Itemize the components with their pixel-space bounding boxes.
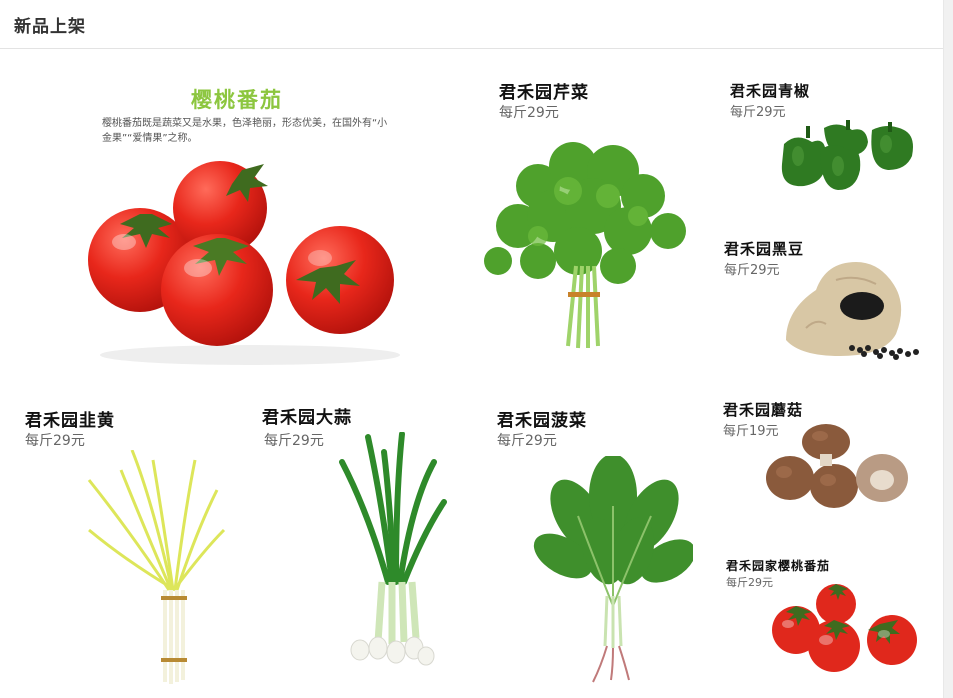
product-name: 君禾园菠菜 bbox=[497, 411, 587, 431]
celery-image bbox=[484, 142, 686, 349]
product-name: 君禾园芹菜 bbox=[499, 83, 589, 103]
product-card-spinach[interactable]: 君禾园菠菜 每斤29元 bbox=[485, 398, 710, 690]
product-card-yellow-chives[interactable]: 君禾园韭黄 每斤29元 bbox=[15, 398, 240, 690]
product-name: 君禾园家樱桃番茄 bbox=[726, 559, 831, 573]
product-card-cherry-tomato[interactable]: 君禾园家樱桃番茄 每斤29元 bbox=[712, 550, 930, 690]
product-price: 每斤29元 bbox=[730, 105, 786, 120]
product-price: 每斤29元 bbox=[497, 433, 557, 449]
product-price: 每斤29元 bbox=[724, 263, 780, 278]
product-price: 每斤29元 bbox=[499, 105, 559, 121]
product-card-mushroom[interactable]: 君禾园蘑菇 每斤19元 bbox=[712, 392, 930, 522]
mushroom-image bbox=[766, 424, 908, 508]
product-name: 君禾园蘑菇 bbox=[723, 401, 804, 419]
product-name: 君禾园大蒜 bbox=[262, 408, 352, 428]
product-card-celery[interactable]: 君禾园芹菜 每斤29元 bbox=[478, 70, 703, 365]
product-price: 每斤29元 bbox=[25, 433, 85, 449]
product-name: 君禾园韭黄 bbox=[25, 411, 115, 431]
product-price: 每斤29元 bbox=[726, 576, 773, 589]
spinach-image bbox=[533, 456, 693, 683]
green-pepper-image bbox=[781, 120, 913, 190]
product-card-black-beans[interactable]: 君禾园黑豆 每斤29元 bbox=[712, 228, 930, 368]
section-title: 新品上架 bbox=[14, 17, 86, 37]
cherry-tomato-small-image bbox=[772, 584, 917, 672]
product-price: 每斤29元 bbox=[264, 433, 324, 449]
featured-product-description: 樱桃番茄既是蔬菜又是水果，色泽艳丽，形态优美，在国外有“小金果”“爱情果”之称。 bbox=[102, 118, 388, 144]
scallion-image bbox=[339, 432, 447, 666]
black-beans-image bbox=[786, 262, 919, 360]
yellow-chives-image bbox=[87, 450, 226, 684]
product-card-green-pepper[interactable]: 君禾园青椒 每斤29元 bbox=[712, 70, 930, 200]
product-name: 君禾园黑豆 bbox=[724, 240, 805, 258]
product-card-scallion[interactable]: 君禾园大蒜 每斤29元 bbox=[250, 398, 475, 690]
scrollbar[interactable] bbox=[943, 0, 953, 698]
section-header: 新品上架 bbox=[0, 0, 943, 49]
product-name: 君禾园青椒 bbox=[730, 82, 811, 100]
featured-product-title: 樱桃番茄 bbox=[191, 88, 283, 112]
cherry-tomato-image bbox=[88, 161, 400, 365]
